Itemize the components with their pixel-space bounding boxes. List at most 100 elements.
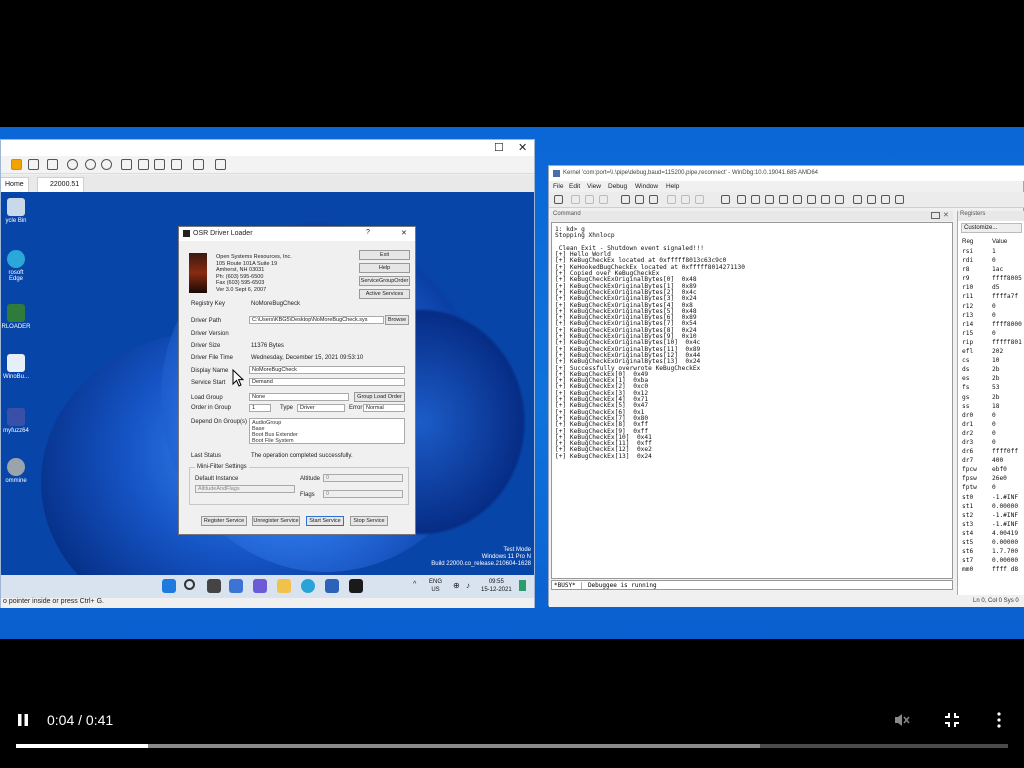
service-group-order-button[interactable]: ServiceGroupOrder [359,276,410,286]
osrloader-icon[interactable]: RLOADER [1,304,31,330]
register-row[interactable]: dr7 400 [958,457,1024,466]
step-over-icon[interactable] [681,195,690,204]
register-row[interactable]: efl 202 [958,348,1024,357]
more-options-icon[interactable] [994,712,1004,728]
menu-edit[interactable]: Edit [569,183,580,190]
step-into-icon[interactable] [667,195,676,204]
register-row[interactable]: dr1 0 [958,421,1024,430]
language-indicator[interactable]: ENG US [429,578,442,594]
exit-fullscreen-icon[interactable] [944,712,960,728]
edge-taskbar-icon[interactable] [301,579,315,593]
register-row[interactable]: fpcw ebf0 [958,466,1024,475]
customize-button[interactable]: Customize... [961,223,1022,233]
tab-vm-machine[interactable]: 22000.51 [37,177,85,192]
depend-listbox[interactable]: AudioGroup Base Boot Bus Extender Boot F… [249,418,405,444]
register-row[interactable]: es 2b [958,375,1024,384]
network-icon[interactable]: ⊕ [453,581,460,590]
register-row[interactable]: dr3 0 [958,439,1024,448]
chevron-up-icon[interactable]: ^ [413,581,416,588]
flags-input[interactable]: 0 [323,490,403,498]
recycle-bin-icon[interactable]: ycle Bin [1,198,31,224]
font-icon[interactable] [867,195,876,204]
stop-debug-icon[interactable] [649,195,658,204]
console-icon[interactable] [193,159,204,170]
stretch-icon[interactable] [171,159,182,170]
register-row[interactable]: st3 -1.#INF [958,521,1024,530]
group-load-order-button[interactable]: Group Load Order [354,392,405,402]
register-row[interactable]: ds 2b [958,366,1024,375]
restart-icon[interactable] [635,195,644,204]
register-row[interactable]: r11 ffffa7f [958,293,1024,302]
clock[interactable]: 09:55 15-12-2021 [481,578,512,594]
register-row[interactable]: dr2 0 [958,430,1024,439]
maximize-icon[interactable]: ☐ [494,141,504,154]
display-name-input[interactable]: NoMoreBugCheck [249,366,405,374]
manage-snapshots-icon[interactable] [85,159,96,170]
register-row[interactable]: r13 0 [958,312,1024,321]
register-row[interactable]: st0 -1.#INF [958,494,1024,503]
register-row[interactable]: st1 0.00000 [958,503,1024,512]
muted-speaker-icon[interactable] [893,712,911,728]
search-icon[interactable] [184,579,195,590]
edge-icon[interactable]: rosoft Edge [1,250,31,282]
source-mode-icon[interactable] [853,195,862,204]
disassembly-icon[interactable] [821,195,830,204]
registers-window-icon[interactable] [779,195,788,204]
close-icon[interactable]: ✕ [518,141,527,154]
options-icon[interactable] [881,195,890,204]
register-service-button[interactable]: Register Service [201,516,247,526]
menu-debug[interactable]: Debug [608,183,627,190]
list-item[interactable]: Boot File System [252,438,402,444]
register-row[interactable]: r9 ffff8005 [958,275,1024,284]
pause-icon[interactable] [16,713,30,727]
register-row[interactable]: rdi 0 [958,257,1024,266]
library-icon[interactable] [121,159,132,170]
notification-icon[interactable] [519,580,526,591]
default-instance-input[interactable]: AltitudeAndFlags [195,485,295,493]
register-row[interactable]: st6 1.7.700 [958,548,1024,557]
menu-view[interactable]: View [587,183,601,190]
register-row[interactable]: r10 d5 [958,284,1024,293]
register-row[interactable]: fpsw 26e0 [958,475,1024,484]
chat-icon[interactable] [253,579,267,593]
register-row[interactable]: rsi 1 [958,248,1024,257]
winobu-icon[interactable]: WinoBu... [1,354,31,380]
break-icon[interactable] [721,195,730,204]
start-service-button[interactable]: Start Service [306,516,344,526]
pause-vm-icon[interactable] [11,159,22,170]
menu-file[interactable]: File [553,183,563,190]
register-row[interactable]: ss 18 [958,403,1024,412]
dock-icon[interactable] [931,212,940,219]
seek-bar[interactable] [16,744,1008,748]
register-row[interactable]: r14 ffff8000 [958,321,1024,330]
help-button[interactable]: Help [359,263,410,273]
go-icon[interactable] [621,195,630,204]
stop-service-button[interactable]: Stop Service [350,516,388,526]
register-row[interactable]: r12 0 [958,303,1024,312]
menu-help[interactable]: Help [666,183,679,190]
close-icon[interactable]: ✕ [401,229,407,237]
order-group-stepper[interactable]: 1 [249,404,271,412]
unregister-service-button[interactable]: Unregister Service [252,516,300,526]
help-icon[interactable] [895,195,904,204]
task-view-icon[interactable] [207,579,221,593]
locals-window-icon[interactable] [765,195,774,204]
register-row[interactable]: st4 4.00419 [958,530,1024,539]
command-output[interactable]: 1: kd> g Stopping Xhnlocp Clean Exit - Sh… [551,222,953,579]
command-window-icon[interactable] [737,195,746,204]
driver-path-input[interactable]: C:\Users\KBG5\Desktop\NoMoreBugCheck.sys [249,316,384,324]
step-out-icon[interactable] [695,195,704,204]
register-row[interactable]: r8 1ac [958,266,1024,275]
menu-window[interactable]: Window [635,183,658,190]
osrloader-taskbar-icon[interactable] [349,579,363,593]
register-row[interactable]: fs 53 [958,384,1024,393]
revert-icon[interactable] [67,159,78,170]
type-select[interactable]: Driver [297,404,345,412]
call-stack-icon[interactable] [807,195,816,204]
register-row[interactable]: gs 2b [958,394,1024,403]
start-icon[interactable] [162,579,176,593]
history-icon[interactable] [101,159,112,170]
view-options-icon[interactable] [215,159,226,170]
dropdown-icon[interactable] [28,159,39,170]
tab-home[interactable]: Home [1,177,29,192]
